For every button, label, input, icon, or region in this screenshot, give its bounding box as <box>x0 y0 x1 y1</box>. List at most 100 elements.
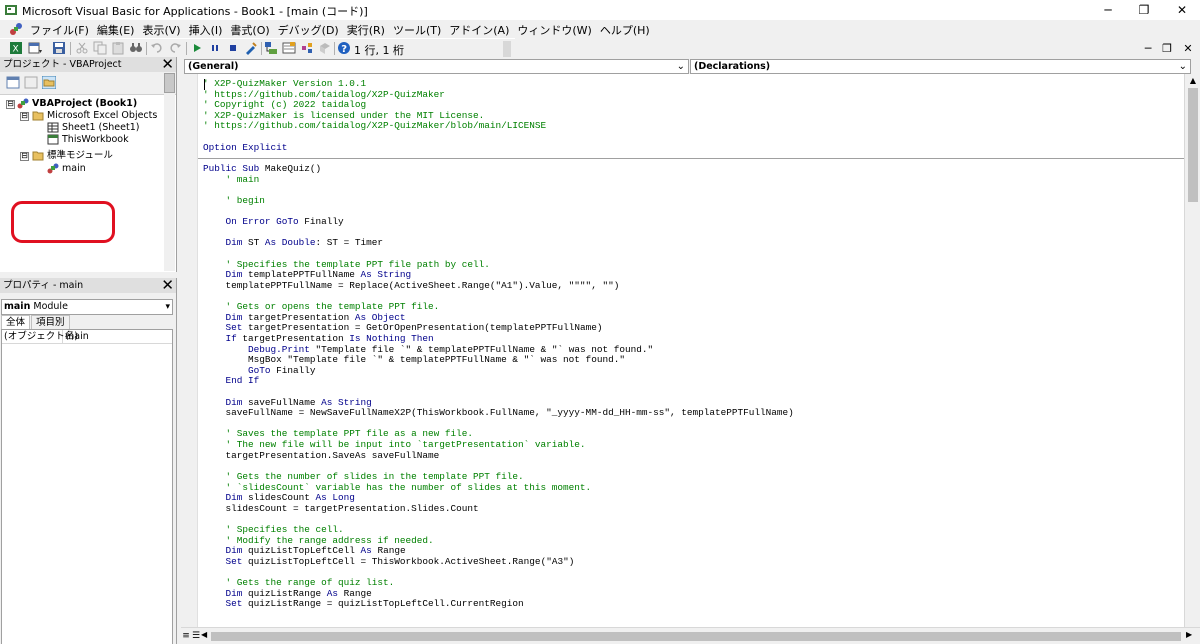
maximize-button[interactable]: ❐ <box>1126 0 1162 20</box>
mdi-restore-button[interactable]: ❐ <box>1159 42 1175 56</box>
object-combo-value: (General) <box>188 61 239 72</box>
tab-category[interactable]: 項目別 <box>31 315 70 329</box>
scroll-right-arrow-icon[interactable]: ▶ <box>1186 630 1192 639</box>
code-horizontal-bar: ≡ ☰ ◀ ▶ <box>181 627 1200 644</box>
cursor-position: 1 行, 1 桁 <box>354 44 404 57</box>
vba-document-icon[interactable] <box>8 21 24 37</box>
chevron-down-icon[interactable]: ⌄ <box>677 60 685 73</box>
code-token: Debug.Print <box>203 343 316 355</box>
code-token: ' begin <box>203 194 265 206</box>
code-margin-indicator-bar[interactable] <box>181 74 197 627</box>
modules-collapse-toggle[interactable]: ⊟ <box>20 152 29 161</box>
svg-text:?: ? <box>341 44 347 55</box>
full-module-view-icon[interactable]: ☰ <box>191 631 201 641</box>
menu-bar: ファイル(F) 編集(E) 表示(V) 挿入(I) 書式(O) デバッグ(D) 実行(R) ツ… <box>0 20 1200 55</box>
redo-icon[interactable] <box>168 41 182 55</box>
vbaproject-icon <box>17 98 29 109</box>
properties-close-button[interactable]: ✕ <box>158 277 174 293</box>
menu-item[interactable]: 編集(E) <box>94 22 138 38</box>
reset-icon[interactable] <box>226 41 240 55</box>
menu-item[interactable]: ツール(T) <box>390 22 444 38</box>
object-selector[interactable]: main Module ▾ <box>1 299 173 315</box>
menu-item[interactable]: 表示(V) <box>139 22 183 38</box>
object-browser-icon[interactable] <box>300 41 314 55</box>
view-object-icon[interactable] <box>24 76 38 89</box>
code-token: ' X2P-QuizMaker Version 1.0.1 <box>203 78 367 89</box>
code-editor[interactable]: ' X2P-QuizMaker Version 1.0.1 ' https://g… <box>197 74 1185 627</box>
project-explorer-icon[interactable] <box>264 41 278 55</box>
root-collapse-toggle[interactable]: ⊟ <box>6 100 15 109</box>
code-line: Dim ST As Double: ST = Timer <box>203 237 384 248</box>
code-token: saveFullName = NewSaveFullNameX2P(ThisWo… <box>203 407 794 419</box>
scroll-up-arrow-icon[interactable]: ▲ <box>1185 74 1200 88</box>
code-token: As <box>326 587 344 599</box>
mdi-close-button[interactable]: ✕ <box>1180 42 1196 56</box>
menu-item[interactable]: ヘルプ(H) <box>597 22 653 38</box>
project-explorer-scroll-thumb[interactable] <box>164 73 175 93</box>
toolbar-options-handle[interactable] <box>503 41 511 57</box>
save-icon[interactable] <box>52 41 66 55</box>
mdi-minimize-button[interactable]: ─ <box>1140 42 1156 56</box>
code-token: MsgBox "Template file `" & templatePPTFu… <box>203 354 625 366</box>
properties-grid: (オブジェクト名) main <box>1 329 173 644</box>
code-line: GoTo Finally <box>203 365 316 376</box>
code-token: ' `slidesCount` variable has the number … <box>203 481 592 493</box>
excel-objects-collapse-toggle[interactable]: ⊟ <box>20 112 29 121</box>
procedure-separator <box>198 158 1185 160</box>
paste-icon[interactable] <box>111 41 125 55</box>
toolbox-icon[interactable] <box>318 41 332 55</box>
code-vertical-scrollbar[interactable]: ▲ <box>1184 74 1200 627</box>
cut-icon[interactable] <box>75 41 89 55</box>
folder-icon <box>32 151 44 161</box>
code-horizontal-scroll-thumb[interactable] <box>211 632 1181 641</box>
minimize-button[interactable]: ─ <box>1090 0 1126 20</box>
code-token: Public Sub <box>203 162 265 174</box>
code-line: Dim targetPresentation As Object <box>203 312 406 323</box>
code-line: Set quizListRange = quizListTopLeftCell.… <box>203 598 524 609</box>
code-line: templatePPTFullName = Replace(ActiveShee… <box>203 280 620 291</box>
object-combo[interactable]: (General) ⌄ <box>184 59 689 74</box>
property-name: (オブジェクト名) <box>4 330 78 343</box>
menu-item[interactable]: ウィンドウ(W) <box>514 22 594 38</box>
property-row-name[interactable]: (オブジェクト名) main <box>2 330 172 344</box>
code-vertical-scroll-thumb[interactable] <box>1188 88 1198 202</box>
code-token: targetPresentation = GetOrOpenPresentati… <box>248 322 603 334</box>
view-code-icon[interactable] <box>6 76 20 89</box>
chevron-down-icon[interactable]: ▾ <box>165 300 170 314</box>
code-line: MsgBox "Template file `" & templatePPTFu… <box>203 354 625 365</box>
project-explorer-title: プロジェクト - VBAProject <box>3 59 122 70</box>
code-token: quizListTopLeftCell = ThisWorkbook.Activ… <box>248 555 575 567</box>
copy-icon[interactable] <box>93 41 107 55</box>
toolbar-separator <box>261 42 262 55</box>
property-value[interactable]: main <box>65 330 89 343</box>
procedure-view-icon[interactable]: ≡ <box>181 631 191 641</box>
design-mode-icon[interactable] <box>244 41 258 55</box>
insert-module-icon[interactable] <box>28 41 42 55</box>
highlight-annotation <box>11 201 115 243</box>
code-line: Set targetPresentation = GetOrOpenPresen… <box>203 322 603 334</box>
procedure-combo[interactable]: (Declarations) ⌄ <box>690 59 1191 74</box>
break-icon[interactable] <box>208 41 222 55</box>
undo-icon[interactable] <box>150 41 164 55</box>
project-explorer-close-button[interactable]: ✕ <box>158 56 174 72</box>
code-line: Dim quizListTopLeftCell As Range <box>203 545 406 556</box>
code-token: slidesCount = targetPresentation.Slides.… <box>203 502 479 514</box>
menu-item[interactable]: 書式(O) <box>227 22 272 38</box>
toggle-folders-icon[interactable] <box>42 76 56 89</box>
help-icon[interactable]: ? <box>337 41 351 55</box>
code-line: On Error GoTo Finally <box>203 216 344 227</box>
menu-item[interactable]: アドイン(A) <box>446 22 512 38</box>
menu-item[interactable]: デバッグ(D) <box>275 22 342 38</box>
window-title: Microsoft Visual Basic for Applications … <box>22 5 368 18</box>
menu-item[interactable]: 実行(R) <box>344 22 388 38</box>
find-icon[interactable] <box>129 41 143 55</box>
close-button[interactable]: ✕ <box>1164 0 1200 20</box>
menu-item[interactable]: ファイル(F) <box>27 22 92 38</box>
chevron-down-icon[interactable]: ⌄ <box>1179 60 1187 73</box>
menu-item[interactable]: 挿入(I) <box>186 22 226 38</box>
run-icon[interactable] <box>190 41 204 55</box>
properties-window-icon[interactable] <box>282 41 296 55</box>
excel-view-icon[interactable]: X <box>9 41 23 55</box>
scroll-left-arrow-icon[interactable]: ◀ <box>201 630 207 639</box>
tab-all[interactable]: 全体 <box>1 315 31 329</box>
